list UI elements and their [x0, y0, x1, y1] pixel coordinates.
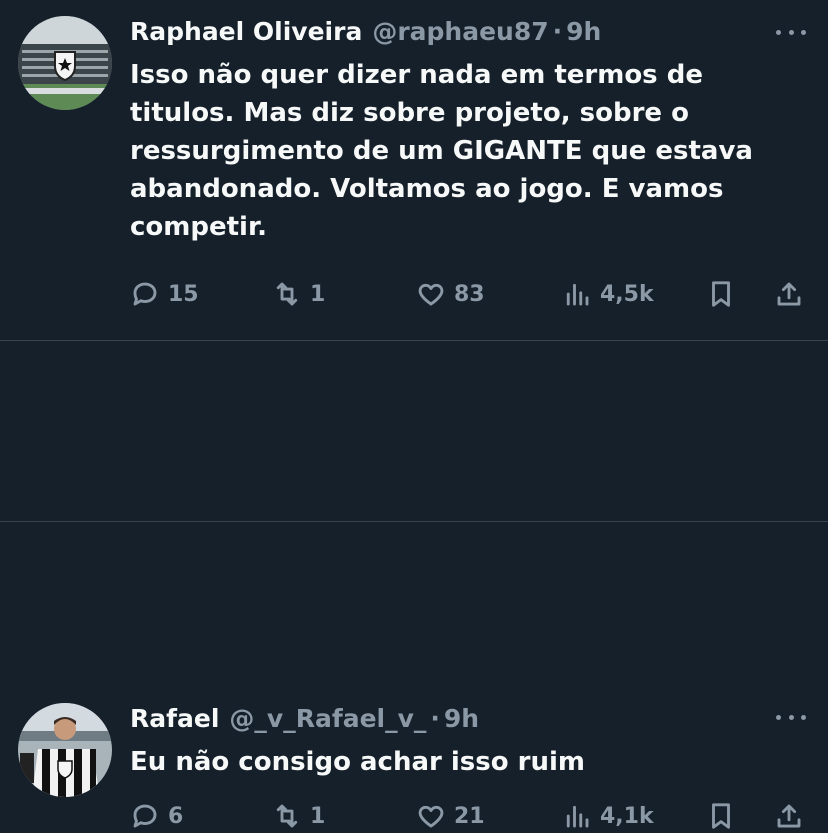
separator-dot: ·	[552, 16, 563, 46]
user-handle[interactable]: @_v_Rafael_v_	[229, 704, 426, 733]
bookmark-icon	[712, 281, 730, 307]
retweet-count: 1	[310, 803, 326, 829]
like-count: 83	[454, 281, 485, 307]
reply-icon	[133, 804, 157, 828]
retweet-icon	[276, 804, 298, 828]
like-count: 21	[454, 803, 485, 829]
timestamp[interactable]: 9h	[444, 704, 479, 733]
reply-button[interactable]: 6	[130, 799, 183, 833]
more-icon[interactable]	[776, 22, 806, 42]
action-bar: 6 1 21 4,1k	[130, 799, 808, 833]
like-button[interactable]: 83	[416, 277, 485, 311]
views-icon	[566, 805, 589, 828]
separator-dot: ·	[430, 703, 440, 733]
views-count: 4,1k	[600, 803, 654, 829]
retweet-count: 1	[310, 281, 326, 307]
user-handle[interactable]: @raphaeu87	[372, 17, 548, 46]
bookmark-icon	[712, 803, 730, 829]
reply-count: 6	[168, 803, 184, 829]
share-button[interactable]	[774, 799, 812, 833]
retweet-button[interactable]: 1	[272, 277, 325, 311]
share-button[interactable]	[774, 277, 812, 311]
views-button[interactable]: 4,1k	[562, 799, 654, 833]
tweet[interactable]: Rafael @_v_Rafael_v_ · 9h Eu não consigo…	[0, 341, 828, 829]
avatar[interactable]	[18, 16, 112, 110]
bookmark-button[interactable]	[706, 799, 744, 833]
more-icon[interactable]	[776, 707, 806, 727]
share-icon	[777, 282, 801, 306]
reply-button[interactable]: 15	[130, 277, 199, 311]
views-count: 4,5k	[600, 281, 654, 307]
share-icon	[777, 804, 801, 828]
reply-count: 15	[168, 281, 199, 307]
reply-icon	[133, 282, 157, 306]
views-button[interactable]: 4,5k	[562, 277, 654, 311]
avatar[interactable]	[18, 703, 112, 797]
tweet[interactable]: Raphael Oliveira @raphaeu87 · 9h Isso nã…	[0, 0, 828, 341]
display-name[interactable]: Raphael Oliveira	[130, 17, 362, 46]
like-icon	[418, 283, 444, 306]
retweet-button[interactable]: 1	[272, 799, 325, 833]
display-name[interactable]: Rafael	[130, 704, 219, 733]
action-bar: 15 1 83 4,5k	[130, 277, 808, 311]
tweet-text: Isso não quer dizer nada em termos de ti…	[130, 60, 753, 242]
bookmark-button[interactable]	[706, 277, 744, 311]
timestamp[interactable]: 9h	[566, 17, 601, 46]
like-button[interactable]: 21	[416, 799, 485, 833]
views-icon	[566, 283, 589, 306]
retweet-icon	[276, 282, 298, 306]
like-icon	[418, 805, 444, 828]
tweet-text: Eu não consigo achar isso ruim	[130, 747, 585, 777]
